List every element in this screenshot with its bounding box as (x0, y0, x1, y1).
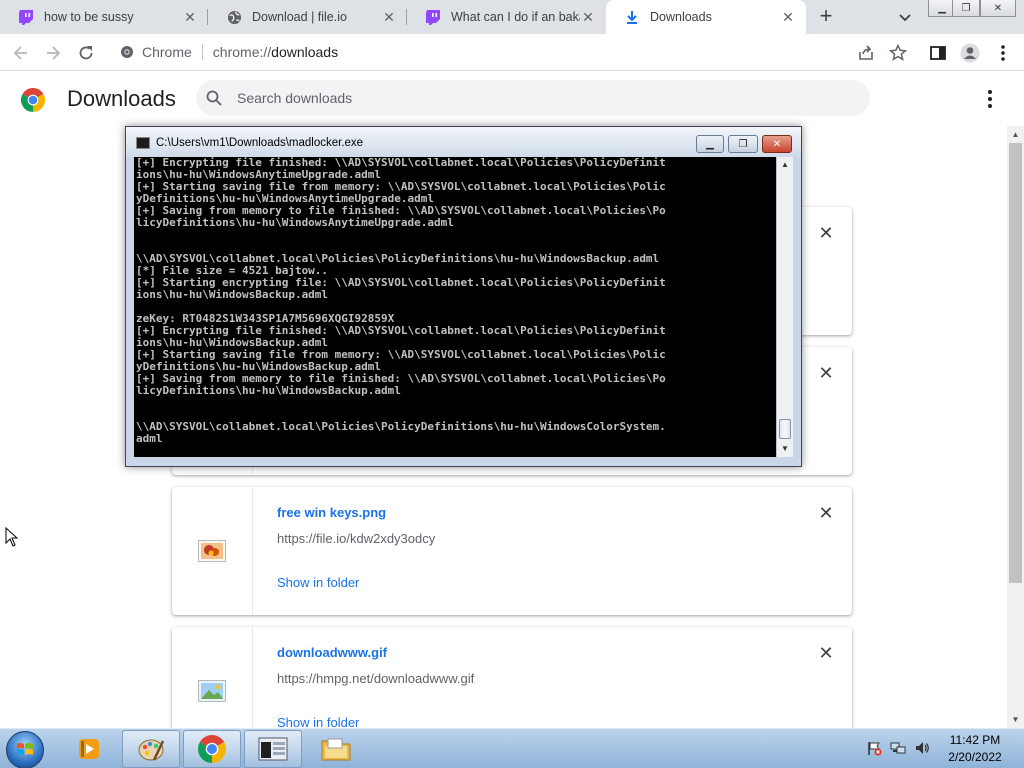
page-title: Downloads (67, 86, 176, 111)
action-center-flag-icon[interactable] (866, 740, 882, 756)
clock-date: 2/20/2022 (948, 750, 1002, 764)
search-input[interactable] (237, 90, 837, 106)
file-thumbnail (172, 487, 253, 615)
console-scroll-up-icon[interactable]: ▲ (777, 157, 793, 173)
console-scroll-down-icon[interactable]: ▼ (777, 441, 793, 457)
windows-logo-icon (17, 743, 33, 755)
console-line: adml (136, 432, 163, 445)
remove-download-close-icon[interactable]: ✕ (816, 643, 836, 663)
share-icon[interactable] (853, 40, 879, 66)
console-line: \\AD\SYSVOL\collabnet.local\Policies\Pol… (136, 420, 666, 433)
console-title: C:\Users\vm1\Downloads\madlocker.exe (156, 137, 364, 149)
tab-title: Download | file.io (252, 10, 347, 24)
window-restore-button[interactable]: ❐ (952, 0, 980, 17)
volume-icon[interactable] (914, 740, 930, 756)
windows-taskbar: 11:42 PM 2/20/2022 (0, 728, 1024, 768)
download-filename[interactable]: free win keys.png (277, 505, 386, 520)
console-scroll-thumb[interactable] (779, 419, 791, 439)
download-item: free win keys.png https://file.io/kdw2xd… (172, 487, 852, 615)
console-line: licyDefinitions\hu-hu\WindowsBackup.adml (136, 384, 401, 397)
reload-button[interactable] (73, 40, 99, 66)
tab-title: What can I do if an baka (451, 10, 580, 24)
mouse-cursor-icon (5, 527, 19, 547)
browser-menu-icon[interactable] (990, 40, 1016, 66)
site-label: Chrome (142, 44, 192, 60)
chrome-logo-icon (21, 88, 45, 112)
bookmark-star-icon[interactable] (885, 40, 911, 66)
tab-search-chevron-icon[interactable] (894, 6, 916, 28)
tab-close-icon[interactable]: ✕ (182, 9, 198, 25)
tab-title: how to be sussy (44, 10, 134, 24)
console-text: [+] Encrypting file finished: \\AD\SYSVO… (136, 157, 774, 445)
tab-title: Downloads (650, 10, 712, 24)
remove-download-close-icon[interactable]: ✕ (816, 503, 836, 523)
forward-button[interactable] (40, 40, 66, 66)
back-button[interactable] (8, 40, 34, 66)
download-url[interactable]: https://file.io/kdw2xdy3odcy (277, 531, 435, 546)
remove-download-close-icon[interactable]: ✕ (816, 223, 836, 243)
media-player-icon[interactable] (60, 730, 118, 768)
scrollbar-thumb[interactable] (1009, 143, 1022, 583)
profile-avatar-icon[interactable] (957, 40, 983, 66)
twitch-icon (425, 9, 441, 25)
console-line: licyDefinitions\hu-hu\WindowsAnytimeUpgr… (136, 216, 454, 229)
start-button[interactable] (6, 731, 44, 768)
console-app-icon (136, 137, 150, 149)
console-minimize-button[interactable]: ▁ (696, 135, 724, 153)
console-window[interactable]: C:\Users\vm1\Downloads\madlocker.exe ▁ ❐… (125, 126, 802, 467)
tab-strip: how to be sussy ✕ Download | file.io ✕ W… (0, 0, 1024, 34)
download-url[interactable]: https://hmpg.net/downloadwww.gif (277, 671, 474, 686)
download-icon (624, 9, 640, 25)
chrome-small-icon (121, 46, 133, 58)
tab-what-can-i-do[interactable]: What can I do if an baka ✕ (407, 0, 606, 34)
search-icon (206, 90, 222, 106)
console-titlebar[interactable]: C:\Users\vm1\Downloads\madlocker.exe ▁ ❐… (126, 127, 801, 157)
address-bar[interactable]: Chrome chrome://downloads (110, 38, 920, 66)
console-restore-button[interactable]: ❐ (728, 135, 758, 153)
tab-how-to-be-sussy[interactable]: how to be sussy ✕ (0, 0, 208, 34)
system-tray (866, 740, 930, 756)
clock-time: 11:42 PM (949, 733, 1001, 747)
tab-close-icon[interactable]: ✕ (580, 9, 596, 25)
downloads-header: Downloads (0, 72, 1024, 126)
downloads-menu-icon[interactable] (980, 88, 1000, 110)
download-filename[interactable]: downloadwww.gif (277, 645, 387, 660)
explorer-folder-icon[interactable] (307, 730, 365, 768)
console-line: ions\hu-hu\WindowsBackup.adml (136, 288, 329, 301)
scroll-down-arrow-icon[interactable]: ▼ (1007, 711, 1024, 728)
chrome-icon[interactable] (183, 730, 241, 768)
omnibox-divider (201, 44, 203, 60)
side-panel-icon[interactable] (925, 40, 951, 66)
search-downloads-box[interactable] (196, 80, 870, 116)
console-icon[interactable] (244, 730, 302, 768)
scroll-up-arrow-icon[interactable]: ▲ (1007, 126, 1024, 143)
paint-icon[interactable] (122, 730, 180, 768)
console-close-button[interactable]: ✕ (762, 135, 792, 153)
tab-downloads[interactable]: Downloads ✕ (606, 0, 806, 34)
network-icon[interactable] (890, 740, 906, 756)
site-info[interactable]: Chrome (110, 44, 192, 60)
url-text: chrome://downloads (212, 44, 339, 60)
tab-close-icon[interactable]: ✕ (780, 9, 796, 25)
show-in-folder-link[interactable]: Show in folder (277, 575, 359, 590)
tab-download-file-io[interactable]: Download | file.io ✕ (208, 0, 407, 34)
twitch-icon (18, 9, 34, 25)
tab-close-icon[interactable]: ✕ (381, 9, 397, 25)
console-output[interactable]: [+] Encrypting file finished: \\AD\SYSVO… (134, 157, 776, 457)
browser-toolbar: Chrome chrome://downloads (0, 34, 1024, 71)
globe-icon (226, 9, 242, 25)
page-scrollbar[interactable]: ▲ ▼ (1007, 126, 1024, 728)
png-image-thumb-icon (198, 540, 226, 562)
taskbar-clock[interactable]: 11:42 PM 2/20/2022 (940, 732, 1010, 766)
remove-download-close-icon[interactable]: ✕ (816, 363, 836, 383)
new-tab-button[interactable]: + (814, 5, 838, 29)
window-close-button[interactable]: ✕ (980, 0, 1016, 17)
gif-image-thumb-icon (198, 680, 226, 702)
console-scrollbar[interactable]: ▲ ▼ (776, 157, 793, 457)
